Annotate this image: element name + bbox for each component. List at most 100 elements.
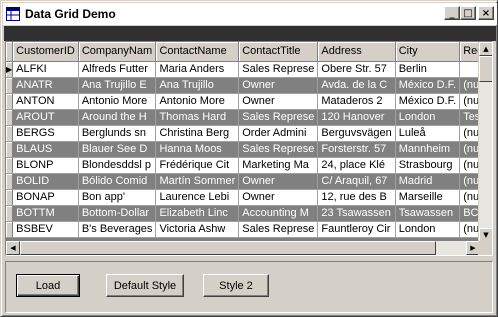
column-header-contacttitle[interactable]: ContactTitle (238, 42, 319, 62)
row-header[interactable] (6, 77, 14, 94)
cell-city[interactable]: Luleå (395, 125, 461, 142)
cell-city[interactable]: Tsawassen (395, 205, 461, 222)
cell-city[interactable]: London (395, 221, 461, 238)
cell-contacttitle[interactable]: Sales Represe (238, 221, 319, 238)
cell-companyname[interactable]: Berglunds sn (78, 125, 157, 142)
cell-city[interactable]: Marseille (395, 189, 461, 206)
cell-region[interactable]: (null) (459, 189, 480, 206)
minimize-button[interactable]: _ (444, 6, 460, 20)
column-header-companyname[interactable]: CompanyNam (78, 42, 157, 62)
column-header-region[interactable]: Region (459, 42, 480, 62)
cell-companyname[interactable]: Bólido Comid (78, 173, 157, 190)
cell-region[interactable] (459, 61, 480, 78)
table-row[interactable]: BLAUS Blauer See D Hanna Moos Sales Represe… (6, 141, 480, 158)
cell-contacttitle[interactable]: Marketing Ma (238, 157, 319, 174)
row-header[interactable] (6, 125, 14, 142)
cell-customerid[interactable]: AROUT (12, 109, 79, 126)
scroll-left-arrow-icon[interactable]: ◀ (6, 241, 20, 255)
scroll-up-arrow-icon[interactable]: ▲ (479, 42, 492, 56)
vertical-scroll-thumb[interactable] (479, 56, 492, 82)
cell-customerid[interactable]: ALFKI (12, 61, 79, 78)
cell-contactname[interactable]: Laurence Lebi (155, 189, 240, 206)
cell-address[interactable]: Obere Str. 57 (317, 61, 396, 78)
table-row[interactable]: BSBEV B's Beverages Victoria Ashw Sales Rep… (6, 221, 480, 238)
cell-companyname[interactable]: Around the H (78, 109, 157, 126)
column-header-city[interactable]: City (395, 42, 461, 62)
cell-contacttitle[interactable]: Accounting M (238, 205, 319, 222)
table-row[interactable]: ▶ ALFKI Alfreds Futter Maria Anders Sales Re… (6, 61, 480, 78)
row-header[interactable] (6, 109, 14, 126)
cell-contactname[interactable]: Antonio More (155, 93, 240, 110)
cell-city[interactable]: México D.F. (395, 93, 461, 110)
cell-region[interactable]: (null) (459, 77, 480, 94)
cell-customerid[interactable]: BERGS (12, 125, 79, 142)
cell-customerid[interactable]: ANTON (12, 93, 79, 110)
cell-contacttitle[interactable]: Owner (238, 173, 319, 190)
cell-city[interactable]: Strasbourg (395, 157, 461, 174)
cell-region[interactable]: (null) (459, 93, 480, 110)
cell-companyname[interactable]: Bon app' (78, 189, 157, 206)
grid-corner-header[interactable] (6, 42, 14, 62)
row-header[interactable] (6, 173, 14, 190)
cell-address[interactable]: 24, place Klé (317, 157, 396, 174)
table-row[interactable]: ANTON Antonio More Antonio More Owner Matade… (6, 93, 480, 110)
cell-region[interactable]: (null) (459, 125, 480, 142)
cell-address[interactable]: 23 Tsawassen (317, 205, 396, 222)
row-header[interactable] (6, 189, 14, 206)
maximize-button[interactable]: □ (460, 6, 476, 20)
cell-companyname[interactable]: Blauer See D (78, 141, 157, 158)
cell-address[interactable]: Fauntleroy Cir (317, 221, 396, 238)
cell-companyname[interactable]: Bottom-Dollar (78, 205, 157, 222)
cell-city[interactable]: México D.F. (395, 77, 461, 94)
column-header-contactname[interactable]: ContactName (155, 42, 240, 62)
cell-address[interactable]: C/ Araquil, 67 (317, 173, 396, 190)
cell-city[interactable]: Berlin (395, 61, 461, 78)
cell-city[interactable]: Madrid (395, 173, 461, 190)
cell-contacttitle[interactable]: Owner (238, 77, 319, 94)
cell-address[interactable]: Avda. de la C (317, 77, 396, 94)
cell-contacttitle[interactable]: Owner (238, 189, 319, 206)
horizontal-scroll-thumb[interactable] (20, 241, 436, 255)
cell-companyname[interactable]: Antonio More (78, 93, 157, 110)
cell-contactname[interactable]: Thomas Hard (155, 109, 240, 126)
title-bar[interactable]: Data Grid Demo _ □ × (3, 3, 497, 25)
cell-contacttitle[interactable]: Sales Represe (238, 61, 319, 78)
cell-contactname[interactable]: Maria Anders (155, 61, 240, 78)
cell-region[interactable]: (null) (459, 173, 480, 190)
cell-contacttitle[interactable]: Sales Represe (238, 141, 319, 158)
default-style-button[interactable]: Default Style (106, 274, 184, 297)
row-header[interactable] (6, 205, 14, 222)
cell-customerid[interactable]: BSBEV (12, 221, 79, 238)
cell-companyname[interactable]: Blondesddsl p (78, 157, 157, 174)
cell-contactname[interactable]: Ana Trujillo (155, 77, 240, 94)
cell-contactname[interactable]: Frédérique Cit (155, 157, 240, 174)
cell-contactname[interactable]: Christina Berg (155, 125, 240, 142)
cell-contacttitle[interactable]: Owner (238, 93, 319, 110)
cell-contactname[interactable]: Martín Sommer (155, 173, 240, 190)
cell-companyname[interactable]: Ana Trujillo E (78, 77, 157, 94)
cell-customerid[interactable]: BONAP (12, 189, 79, 206)
row-header[interactable] (6, 93, 14, 110)
cell-customerid[interactable]: BLAUS (12, 141, 79, 158)
table-row[interactable]: BONAP Bon app' Laurence Lebi Owner 12, rue d… (6, 189, 480, 206)
cell-contactname[interactable]: Hanna Moos (155, 141, 240, 158)
cell-contacttitle[interactable]: Sales Represe (238, 109, 319, 126)
table-row[interactable]: BLONP Blondesddsl p Frédérique Cit Marketin… (6, 157, 480, 174)
cell-address[interactable]: Berguvsvägen (317, 125, 396, 142)
close-button[interactable]: × (478, 6, 494, 20)
cell-customerid[interactable]: BOLID (12, 173, 79, 190)
cell-address[interactable]: 12, rue des B (317, 189, 396, 206)
scroll-down-arrow-icon[interactable]: ▼ (479, 228, 492, 242)
cell-region[interactable]: (null) (459, 141, 480, 158)
row-header[interactable]: ▶ (6, 61, 14, 78)
cell-region[interactable]: (null) (459, 157, 480, 174)
table-row[interactable]: ANATR Ana Trujillo E Ana Trujillo Owner Avda… (6, 77, 480, 94)
column-header-customerid[interactable]: CustomerID (12, 42, 79, 62)
cell-contacttitle[interactable]: Order Admini (238, 125, 319, 142)
cell-address[interactable]: 120 Hanover (317, 109, 396, 126)
cell-city[interactable]: London (395, 109, 461, 126)
column-header-address[interactable]: Address (317, 42, 396, 62)
data-grid[interactable]: CustomerID CompanyNam ContactName Contac… (5, 41, 493, 256)
table-row[interactable]: AROUT Around the H Thomas Hard Sales Repres… (6, 109, 480, 126)
cell-address[interactable]: Forsterstr. 57 (317, 141, 396, 158)
